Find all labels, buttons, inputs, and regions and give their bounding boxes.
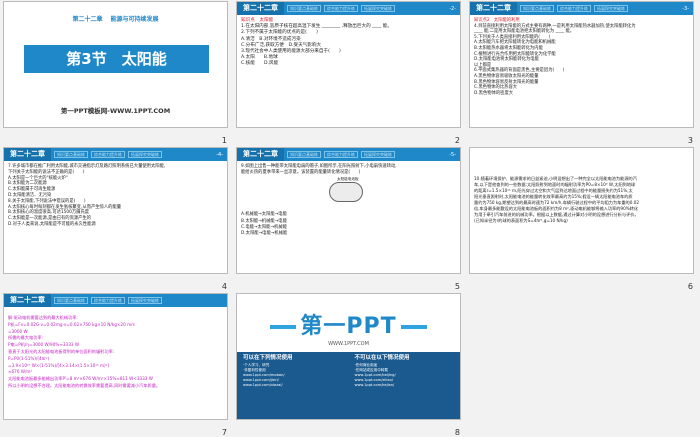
link-line: www.1ppt.com/kejian/ [354, 383, 395, 387]
slide-3: 第二十二章 知识要点基础练 综合能力提升练 拓展探究突破练 -3- 知识点2 太… [469, 1, 694, 128]
slide3-body: 知识点2 太阳能的利用 4.目前直接利用太阳能的方式主要有两种,一是利用太阳能热… [470, 15, 693, 99]
tab-extension: 拓展探究突破练 [361, 5, 395, 12]
slide-1: 第二十二章 能源与可持续发展 第3节 太阳能 第一PPT模板网-WWW.1PPT… [3, 1, 228, 128]
text-line: C.核能 D.风能 [241, 61, 279, 67]
page-indicator: -5- [449, 151, 456, 158]
slide-4: 第二十二章 知识要点基础练 综合能力提升练 拓展探究突破练 -4- 7.许多城市… [3, 147, 228, 274]
slide-number: 7 [221, 428, 227, 437]
slide-number: 6 [687, 282, 693, 291]
page-indicator: -4- [216, 151, 223, 158]
tab-extension: 拓展探究突破练 [128, 151, 162, 158]
slide-number: 8 [454, 428, 460, 437]
page-indicator: -2- [449, 5, 456, 12]
ppt-logo: 第一PPT [237, 308, 460, 340]
slide-number: 4 [221, 282, 227, 291]
slide-number: 5 [454, 282, 460, 291]
slide-2: 第二十二章 知识要点基础练 综合能力提升练 拓展探究突破练 -2- 知识点 太阳… [236, 1, 461, 128]
tab-extension: 拓展探究突破练 [361, 151, 395, 158]
chapter-subtitle: 能源与可持续发展 [110, 16, 159, 23]
tab-basic: 知识要点基础练 [54, 151, 88, 158]
page-indicator: -3- [682, 5, 689, 12]
slide-thumb-3[interactable]: 第二十二章 知识要点基础练 综合能力提升练 拓展探究突破练 -3- 知识点2 太… [466, 0, 699, 145]
chapter-tag: 第二十二章 [237, 2, 284, 15]
slide-header: 第二十二章 知识要点基础练 综合能力提升练 拓展探究突破练 -4- [4, 148, 227, 161]
slide-header: 第二十二章 知识要点基础练 综合能力提升练 拓展探究突破练 -2- [237, 2, 460, 15]
slide1-footer: 第一PPT模板网-WWW.1PPT.COM [60, 107, 171, 115]
slide-number: 1 [221, 136, 227, 145]
text-line: =3.9×10²⁶ W×(1-51%)/[4×3.14×(1.5×10¹¹ m)… [8, 362, 109, 368]
text-line: 垂直于太阳光的太阳能电池板得到的单位面积的辐射功率: [8, 348, 115, 354]
chapter-label: 第二十二章 [72, 16, 103, 23]
figure-area: 太阳能电池板 [241, 176, 456, 212]
slide1-header: 第二十二章 能源与可持续发展 [4, 14, 227, 23]
tab-comprehensive: 综合能力提升练 [557, 5, 591, 12]
slide-number: 3 [687, 136, 693, 145]
link-line: www.1ppt.com/xiazai/ [243, 383, 283, 387]
slide-thumb-8[interactable]: 第一PPT WWW.1PPT.COM 可以在下列情况使用 ·个人学习、研究 ·非… [233, 292, 466, 437]
usage-terms: 可以在下列情况使用 ·个人学习、研究 ·非盈利性使用 www.1ppt.com/… [237, 352, 461, 419]
slide-header: 第二十二章 知识要点基础练 综合能力提升练 拓展探究突破练 -5- [237, 148, 460, 161]
tab-comprehensive: 综合能力提升练 [324, 5, 358, 12]
tab-comprehensive: 综合能力提升练 [91, 297, 125, 304]
slide2-body: 知识点 太阳能 1.在太阳内部,氢原子核在超高温下发生 ________ ,释放… [237, 15, 460, 71]
chapter-tag: 第二十二章 [4, 294, 51, 307]
figure-label: 太阳能电池板 [337, 177, 359, 182]
allowed-column: 可以在下列情况使用 ·个人学习、研究 ·非盈利性使用 www.1ppt.com/… [237, 352, 349, 419]
text-line: 太阳能电池板最多能输出功率P'=8 m²×676 W/m²×15%≈811 W<… [8, 376, 153, 382]
forbidden-heading: 不可以在以下情况使用 [354, 355, 410, 361]
tab-basic: 知识要点基础练 [287, 5, 321, 12]
chapter-tag: 第二十二章 [237, 148, 284, 161]
site-url: WWW.1PPT.COM [328, 341, 369, 347]
tab-comprehensive: 综合能力提升练 [324, 151, 358, 158]
slide6-body: 10.随着环境保护、能源需求的日益紧迫,小明设想出了一种完全以太阳能电池为能源的… [470, 148, 693, 227]
slide-8: 第一PPT WWW.1PPT.COM 可以在下列情况使用 ·个人学习、研究 ·非… [236, 293, 461, 420]
text-line: D.对于人类来说,太阳能是不可能的永久性能源 [8, 221, 96, 227]
text-line: 解:驱动电机需要达到的最大机械功率: [8, 315, 78, 320]
tab-basic: 知识要点基础练 [54, 297, 88, 304]
slide-thumb-1[interactable]: 第二十二章 能源与可持续发展 第3节 太阳能 第一PPT模板网-WWW.1PPT… [0, 0, 233, 145]
tab-comprehensive: 综合能力提升练 [91, 151, 125, 158]
slide-number: 2 [454, 136, 460, 145]
slide-thumb-6[interactable]: 10.随着环境保护、能源需求的日益紧迫,小明设想出了一种完全以太阳能电池为能源的… [466, 146, 699, 291]
slide-thumb-7[interactable]: 第二十二章 知识要点基础练 综合能力提升练 拓展探究突破练 解:驱动电机需要达到… [0, 292, 233, 437]
slide-5: 第二十二章 知识要点基础练 综合能力提升练 拓展探究突破练 -5- 9.如图上出… [236, 147, 461, 274]
tab-basic: 知识要点基础练 [287, 151, 321, 158]
text-line: P电=P机/η=3000 W/90%≈3333 W [8, 342, 79, 348]
slide-header: 第二十二章 知识要点基础练 综合能力提升练 拓展探究突破练 -3- [470, 2, 693, 15]
slide1-title: 第3节 太阳能 [24, 45, 209, 73]
text-line: P机=Fv=0.02G·v=0.02mg·v=0.02×750 kg×10 N/… [8, 321, 135, 327]
tab-basic: 知识要点基础练 [520, 5, 554, 12]
chapter-tag: 第二十二章 [470, 2, 517, 15]
tab-extension: 拓展探究突破练 [594, 5, 628, 12]
slide-7: 第二十二章 知识要点基础练 综合能力提升练 拓展探究突破练 解:驱动电机需要达到… [3, 293, 228, 420]
text-line: D.黑色物体的密度大 [474, 90, 514, 96]
text-line: D.太阳能→电能→机械能 [241, 231, 288, 237]
slide-thumb-4[interactable]: 第二十二章 知识要点基础练 综合能力提升练 拓展探究突破练 -4- 7.许多城市… [0, 146, 233, 291]
allowed-heading: 可以在下列情况使用 [243, 355, 293, 361]
hat-fan-figure [329, 182, 363, 203]
forbidden-column: 不可以在以下情况使用 ·任何商业用途 ·在网站或应用中转载 www.1ppt.c… [349, 352, 461, 419]
slide-6: 10.随着环境保护、能源需求的日益紧迫,小明设想出了一种完全以太阳能电池为能源的… [469, 147, 694, 274]
slide4-body: 7.许多城市都在推广利用太阳能,城市交通指示灯及路灯照明系统已大量使用太阳能, … [4, 161, 227, 231]
slide-sorter-grid: 第二十二章 能源与可持续发展 第3节 太阳能 第一PPT模板网-WWW.1PPT… [0, 0, 700, 437]
slide7-body: 解:驱动电机需要达到的最大机械功率: P机=Fv=0.02G·v=0.02mg·… [4, 307, 227, 393]
text-line: P=P0(1-51%)/(4πr²) [8, 355, 50, 361]
chapter-tag: 第二十二章 [4, 148, 51, 161]
tab-extension: 拓展探究突破练 [128, 297, 162, 304]
slide-thumb-2[interactable]: 第二十二章 知识要点基础练 综合能力提升练 拓展探究突破练 -2- 知识点 太阳… [233, 0, 466, 145]
slide-thumb-5[interactable]: 第二十二章 知识要点基础练 综合能力提升练 拓展探究突破练 -5- 9.如图上出… [233, 146, 466, 291]
text-line: 所以小明的设想不合理。太阳能电池的转换效率需要提高,同时需要减小汽车质量。 [8, 382, 161, 388]
slide5-body: 9.如图上出售一种能带太阳能电扇的帽子,如图所示,在阳光照射下,小电扇快速转动,… [237, 161, 460, 240]
slide-header: 第二十二章 知识要点基础练 综合能力提升练 拓展探究突破练 [4, 294, 227, 307]
text-line: (已知半径为r的球的表面积为S=4πr²,g=10 N/kg) [474, 218, 568, 223]
